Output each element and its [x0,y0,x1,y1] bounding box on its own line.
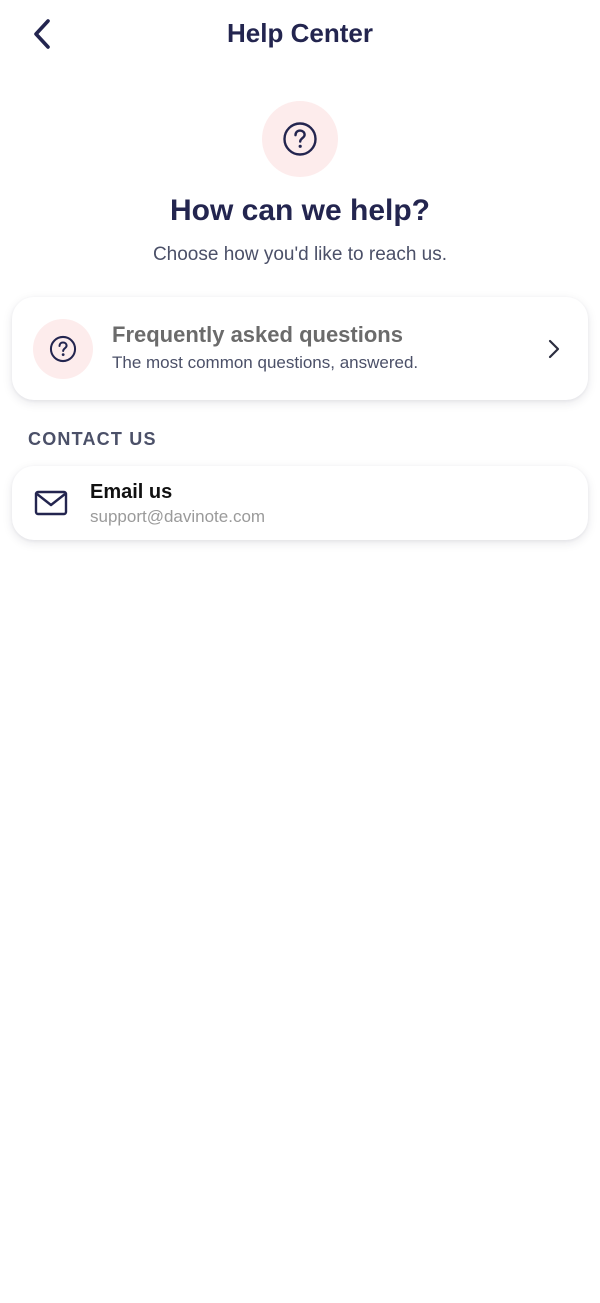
support-email-address: support@davinote.com [90,507,266,526]
mail-icon-wrap [34,488,68,518]
chevron-right-icon [548,339,560,359]
email-us-title: Email us [90,481,173,503]
page-title: Help Center [227,18,373,48]
question-circle-icon [283,122,317,156]
faq-card[interactable]: Frequently asked questions The most comm… [12,297,588,400]
hero-icon-badge [262,101,338,177]
faq-description: The most common questions, answered. [112,353,419,372]
help-center-screen: Help Center How can we help? Choose how … [0,0,600,1303]
hero-title: How can we help? [169,194,431,227]
faq-chevron [544,337,564,361]
email-us-card[interactable]: Email us support@davinote.com [12,466,588,540]
contact-section-label: CONTACT US [28,429,157,449]
question-circle-icon [49,335,77,363]
app-header: Help Center [0,0,600,70]
hero-subtitle: Choose how you'd like to reach us. [152,244,448,265]
mail-icon [34,490,68,516]
faq-icon-badge [33,319,93,379]
faq-title: Frequently asked questions [112,322,403,347]
